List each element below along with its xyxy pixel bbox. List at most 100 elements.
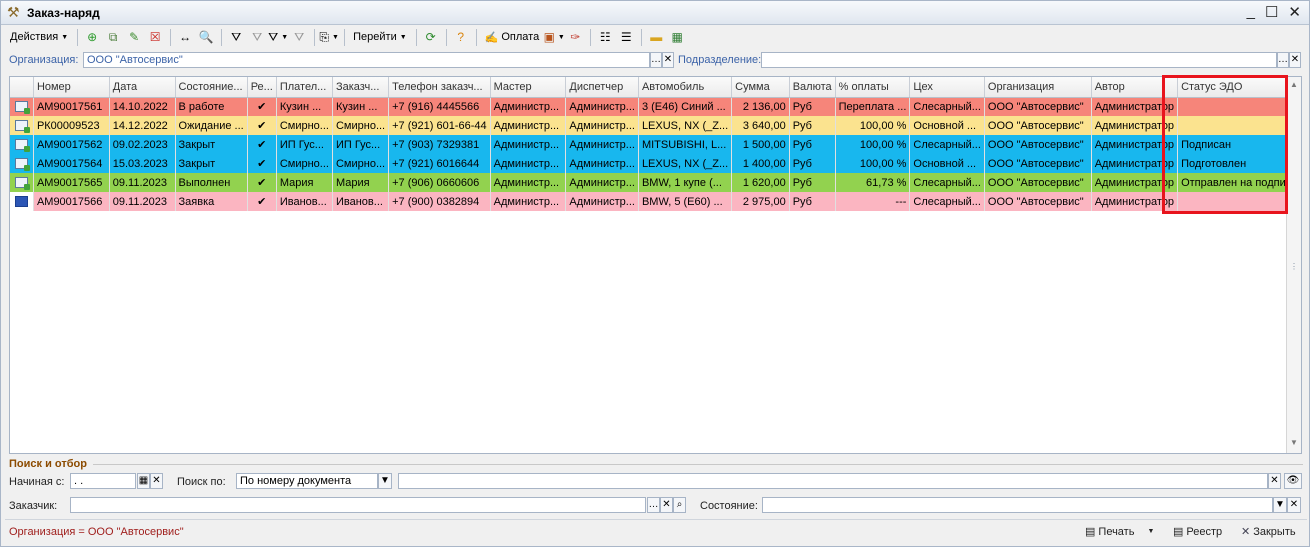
table-cell: В работе [175,97,248,116]
maximize-button[interactable]: ☐ [1265,3,1278,21]
copy-button[interactable]: ⧉ [103,28,123,47]
division-field[interactable] [761,52,1277,68]
goto-menu-button[interactable]: Перейти ▼ [349,28,411,47]
customer-field[interactable] [70,497,646,513]
calendar-button[interactable]: ▦ [137,473,150,489]
print-menu-button[interactable]: ▣ ▼ [544,28,565,47]
column-header[interactable]: Плател... [276,77,333,98]
refresh-button[interactable]: ⟳ [421,28,441,47]
edit-button[interactable]: ✎ [124,28,144,47]
minimize-button[interactable]: _ [1247,3,1255,21]
document-icon [14,158,30,172]
table-row[interactable]: РК00009523 14.12.2022 Ожидание ... ✔ Смирно.… [10,116,1301,135]
table-row[interactable]: АМ90017561 14.10.2022 В работе ✔ Кузин ... Ку… [10,97,1301,116]
checkmark-cell: ✔ [247,116,277,135]
window-controls: _ ☐ ✕ [1247,3,1301,21]
column-header[interactable]: Заказч... [332,77,390,98]
clear-filter-icon: ⛛ [294,29,305,44]
table-row[interactable]: АМ90017562 09.02.2023 Закрыт ✔ ИП Гус... ИП Г… [10,135,1301,154]
sign-button[interactable]: ✑ [565,28,585,47]
row-status-cell [10,173,34,192]
division-clear-button[interactable]: ✕ [1289,52,1301,68]
search-run-button[interactable]: 👁 [1284,473,1302,489]
table-cell: 61,73 % [835,173,911,192]
column-header[interactable]: Сумма [731,77,790,98]
scroll-down-icon[interactable]: ▼ [1289,438,1299,450]
payment-button[interactable]: ✍ Оплата [481,28,544,47]
checkmark-cell: ✔ [247,135,277,154]
start-date-field[interactable]: . . [70,473,136,489]
column-header[interactable]: Дата [109,77,176,98]
column-header[interactable]: Автор [1091,77,1179,98]
clear-icon: ✕ [152,475,161,486]
registry-button[interactable]: ▤ Реестр [1173,525,1223,539]
customer-clear-button[interactable]: ✕ [660,497,673,513]
search-clear-button[interactable]: ✕ [1268,473,1281,489]
print-button[interactable]: ▤ Печать ▼ [1085,525,1154,539]
column-header[interactable]: Статус ЭДО [1177,77,1301,98]
clear-icon: ✕ [1289,499,1299,510]
filter-button[interactable]: ⛛ [226,28,246,47]
start-date-clear-button[interactable]: ✕ [150,473,163,489]
scroll-thumb[interactable]: ⋮ [1288,262,1300,274]
customer-search-button[interactable]: ⌕ [673,497,686,513]
scroll-up-icon[interactable]: ▲ [1289,80,1299,92]
toolbar: Действия ▼ ⊕ ⧉ ✎ ☒ ↔ 🔍 ⛛ ⛛ ⛛ ▼ ⛛ ⎘ ▼ Перейт… [3,26,1307,48]
excel-button[interactable]: ▦ [667,28,687,47]
toolbar-separator [590,28,592,46]
find-button[interactable]: 🔍 [196,28,216,47]
organization-select-button[interactable]: … [650,52,662,68]
column-header[interactable]: Автомобиль [638,77,733,98]
column-header[interactable]: Мастер [490,77,567,98]
column-header[interactable]: Цех [909,77,985,98]
hierarchy-button[interactable]: ☷ [595,28,615,47]
documents-button[interactable]: ▬ [646,28,666,47]
document-icon [14,139,30,153]
table-cell: 14.12.2022 [109,116,176,135]
column-header[interactable]: Диспетчер [565,77,639,98]
search-by-select[interactable]: По номеру документа [236,473,378,489]
table-row[interactable]: АМ90017564 15.03.2023 Закрыт ✔ Смирно... Смир… [10,154,1301,173]
table-cell: Администр... [565,192,639,211]
column-header[interactable]: Валюта [789,77,836,98]
row-status-cell [10,135,34,154]
delete-button[interactable]: ☒ [145,28,165,47]
search-by-dropdown-button[interactable]: ▼ [378,473,392,489]
organization-label: Организация: [9,54,79,66]
table-cell: Руб [789,135,836,154]
column-header[interactable]: Организация [984,77,1092,98]
column-header[interactable]: % оплаты [835,77,911,98]
table-cell: АМ90017561 [33,97,110,116]
state-clear-button[interactable]: ✕ [1287,497,1301,513]
customer-select-button[interactable]: … [647,497,660,513]
column-header[interactable]: Телефон заказч... [388,77,491,98]
list-button[interactable]: ☰ [616,28,636,47]
status-bar: Организация = ООО "Автосервис" ▤ Печать … [5,519,1307,544]
help-button[interactable]: ? [451,28,471,47]
structure-button[interactable]: ⎘ ▼ [319,28,339,47]
column-header[interactable]: Номер [33,77,110,98]
column-header[interactable]: Ре... [247,77,277,98]
organization-field[interactable]: ООО "Автосервис" [83,52,650,68]
structure-icon: ⎘ [319,29,329,44]
state-dropdown-button[interactable]: ▼ [1273,497,1287,513]
table-row[interactable]: АМ90017566 09.11.2023 Заявка ✔ Иванов... Иван… [10,192,1301,211]
interval-button[interactable]: ↔ [175,28,195,47]
clear-filter-button[interactable]: ⛛ [289,28,309,47]
add-button[interactable]: ⊕ [82,28,102,47]
registry-label: Реестр [1186,525,1223,538]
filter-list-button[interactable]: ⛛ ▼ [268,28,288,47]
column-header[interactable]: Состояние... [175,77,248,98]
division-select-button[interactable]: … [1277,52,1289,68]
organization-clear-button[interactable]: ✕ [662,52,674,68]
search-input[interactable] [398,473,1268,489]
vertical-scrollbar[interactable]: ▲ ⋮ ▼ [1286,77,1301,453]
orders-grid[interactable]: Номер Дата Состояние... Ре... Плател... Заказ… [9,76,1302,454]
state-field[interactable] [762,497,1273,513]
table-row[interactable]: АМ90017565 09.11.2023 Выполнен ✔ Мария Мария +… [10,173,1301,192]
chevron-down-icon: ▼ [281,33,289,41]
filter-by-value-button[interactable]: ⛛ [247,28,267,47]
close-button[interactable]: ✕ Закрыть [1241,525,1296,539]
actions-menu-button[interactable]: Действия ▼ [6,28,72,47]
close-window-button[interactable]: ✕ [1288,3,1301,21]
